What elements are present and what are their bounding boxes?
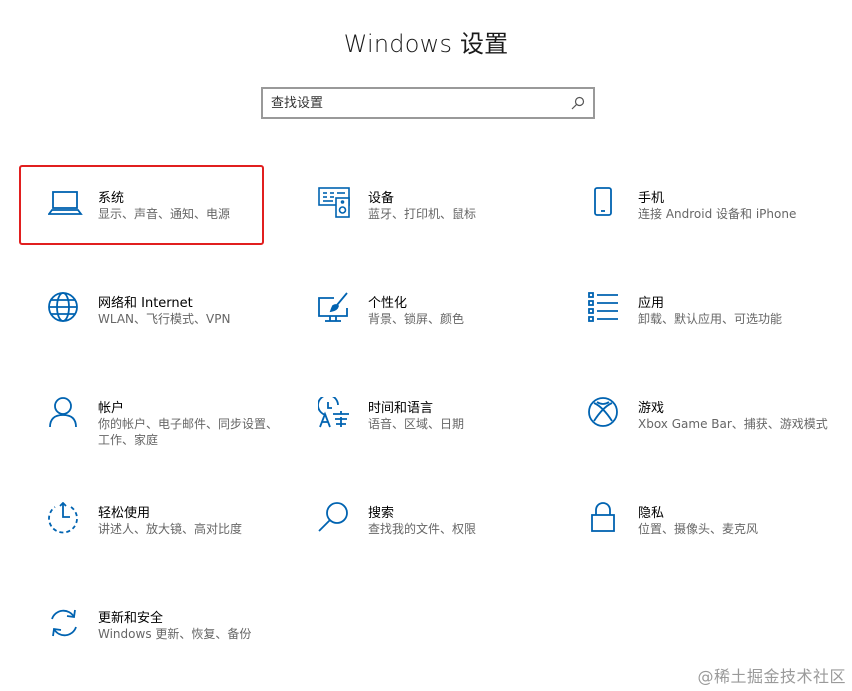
tile-desc: 查找我的文件、权限 — [368, 522, 477, 536]
tile-privacy[interactable]: 隐私 位置、摄像头、麦克风 — [588, 502, 848, 572]
tile-desc: WLAN、飞行模式、VPN — [98, 312, 231, 326]
update-sync-icon — [48, 607, 84, 643]
tile-name: 网络和 Internet — [98, 296, 193, 311]
tile-desc: 语音、区域、日期 — [368, 417, 465, 431]
tile-desc: 位置、摄像头、麦克风 — [638, 522, 759, 536]
phone-icon — [588, 187, 624, 223]
search-icon[interactable] — [571, 96, 585, 110]
paint-brush-icon — [318, 292, 354, 328]
tile-time-language[interactable]: 时间和语言 语音、区域、日期 — [318, 397, 578, 467]
ease-of-access-icon — [48, 502, 84, 538]
tile-desc: 连接 Android 设备和 iPhone — [638, 207, 797, 221]
time-language-icon — [318, 397, 354, 433]
search-magnifier-icon — [318, 502, 354, 538]
tile-desc: 你的帐户、电子邮件、同步设置、工作、家庭 — [98, 417, 279, 447]
tile-name: 时间和语言 — [368, 401, 434, 416]
tile-personalization[interactable]: 个性化 背景、锁屏、颜色 — [318, 292, 578, 362]
person-icon — [48, 397, 84, 433]
lock-icon — [588, 502, 624, 538]
tile-ease-of-access[interactable]: 轻松使用 讲述人、放大镜、高对比度 — [48, 502, 308, 572]
search-input[interactable] — [271, 92, 561, 114]
tile-accounts[interactable]: 帐户 你的帐户、电子邮件、同步设置、工作、家庭 — [48, 397, 308, 467]
xbox-icon — [588, 397, 624, 433]
tile-name: 搜索 — [368, 506, 395, 521]
tile-desc: 背景、锁屏、颜色 — [368, 312, 465, 326]
tile-desc: Windows 更新、恢复、备份 — [98, 627, 252, 641]
tile-name: 系统 — [98, 191, 125, 206]
tile-desc: Xbox Game Bar、捕获、游戏模式 — [638, 417, 828, 431]
tile-name: 设备 — [368, 191, 395, 206]
tile-system[interactable]: 系统 显示、声音、通知、电源 — [48, 187, 308, 257]
search-box[interactable] — [261, 87, 595, 119]
tile-update-security[interactable]: 更新和安全 Windows 更新、恢复、备份 — [48, 607, 308, 677]
tile-desc: 卸载、默认应用、可选功能 — [638, 312, 783, 326]
watermark: @稀土掘金技术社区 — [697, 667, 846, 686]
tile-name: 个性化 — [368, 296, 408, 311]
apps-list-icon — [588, 292, 624, 328]
tile-search[interactable]: 搜索 查找我的文件、权限 — [318, 502, 578, 572]
tile-network[interactable]: 网络和 Internet WLAN、飞行模式、VPN — [48, 292, 308, 362]
tile-name: 更新和安全 — [98, 611, 164, 626]
tile-name: 帐户 — [98, 401, 125, 416]
tile-name: 应用 — [638, 296, 665, 311]
tile-desc: 显示、声音、通知、电源 — [98, 207, 231, 221]
keyboard-speaker-icon — [318, 187, 354, 223]
tile-desc: 讲述人、放大镜、高对比度 — [98, 522, 243, 536]
globe-icon — [48, 292, 84, 328]
tile-apps[interactable]: 应用 卸载、默认应用、可选功能 — [588, 292, 848, 362]
tile-gaming[interactable]: 游戏 Xbox Game Bar、捕获、游戏模式 — [588, 397, 848, 467]
page-title: Windows 设置 — [343, 30, 509, 58]
tile-name: 游戏 — [638, 401, 665, 416]
tile-devices[interactable]: 设备 蓝牙、打印机、鼠标 — [318, 187, 578, 257]
laptop-icon — [48, 187, 84, 223]
tile-name: 轻松使用 — [98, 506, 151, 521]
tile-name: 隐私 — [638, 506, 665, 521]
tile-phone[interactable]: 手机 连接 Android 设备和 iPhone — [588, 187, 848, 257]
tile-name: 手机 — [638, 191, 665, 206]
tile-desc: 蓝牙、打印机、鼠标 — [368, 207, 477, 221]
